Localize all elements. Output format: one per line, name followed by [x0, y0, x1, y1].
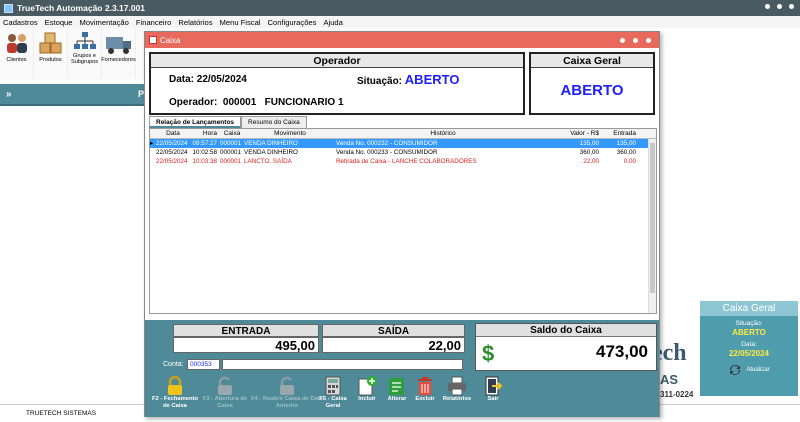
col-entrada[interactable]: Entrada [602, 130, 638, 137]
tab-relacao-lancamentos[interactable]: Relação de Lançamentos [149, 116, 242, 128]
left-panel-header: » P [0, 84, 150, 106]
cash-status-widget: Caixa Geral Situação: ABERTO Data: 22/05… [700, 301, 798, 396]
saida-value: 22,00 [322, 337, 465, 353]
menu-ajuda[interactable]: Ajuda [323, 18, 342, 27]
brand-logo-subtext: AS [660, 372, 679, 387]
grid-header: Data Hora Caixa Movimento Histórico Valo… [150, 129, 656, 139]
operator-info: Operador: 000001 FUNCIONARIO 1 [169, 97, 344, 108]
col-caixa[interactable]: Caixa [220, 130, 244, 137]
col-movimento[interactable]: Movimento [244, 130, 336, 137]
col-hora[interactable]: Hora [190, 130, 220, 137]
lancamentos-grid: Data Hora Caixa Movimento Histórico Valo… [149, 128, 657, 314]
toolbar-fornecedores-button[interactable]: Fornecedores [101, 28, 136, 78]
window-controls[interactable] [765, 4, 794, 9]
fechamento-caixa-button[interactable]: F2 - Fechamento de Caixa [151, 376, 199, 409]
dialog-window-controls[interactable] [620, 37, 651, 43]
col-historico[interactable]: Histórico [336, 130, 550, 137]
entrada-label: ENTRADA [173, 324, 319, 337]
menu-estoque[interactable]: Estoque [45, 18, 73, 27]
table-row[interactable]: 22/05/2024 10:03:38 000001 LANCTO. SAÍDA… [150, 157, 656, 166]
incluir-button[interactable]: Incluir [353, 376, 381, 403]
saida-label: SAÍDA [322, 324, 465, 337]
saldo-label: Saldo do Caixa [476, 324, 656, 337]
table-row[interactable]: 22/05/2024 10:02:58 000001 VENDA DINHEIR… [150, 148, 656, 157]
operator-situacao-value: ABERTO [404, 72, 460, 87]
edit-icon [389, 378, 404, 395]
tab-resumo-caixa[interactable]: Resumo do Caixa [241, 116, 307, 128]
menu-movimentacao[interactable]: Movimentação [80, 18, 129, 27]
hierarchy-icon [73, 32, 96, 49]
reabrir-caixa-button[interactable]: F4 - Reabrir Caixa de Data Anterior [251, 376, 323, 409]
relatorios-button[interactable]: Relatórios [439, 376, 475, 403]
excluir-button[interactable]: Excluir [411, 376, 439, 403]
boxes-icon [39, 32, 61, 54]
totals-panel: ENTRADA 495,00 SAÍDA 22,00 Saldo do Caix… [145, 320, 659, 417]
cash-widget-update-button[interactable]: Atualizar [700, 363, 798, 377]
trash-icon [418, 377, 432, 395]
brand-phone: 311-0224 [660, 390, 694, 399]
action-toolbar: F2 - Fechamento de Caixa F3 - Abertura d… [145, 376, 659, 416]
saldo-panel: Saldo do Caixa $ 473,00 [475, 323, 657, 371]
caixa-geral-value: ABERTO [560, 82, 624, 99]
menu-financeiro[interactable]: Financeiro [136, 18, 171, 27]
saldo-value: 473,00 [596, 342, 648, 361]
unlock-icon [218, 376, 232, 395]
expand-icon[interactable]: » [6, 89, 12, 100]
menu-cadastros[interactable]: Cadastros [3, 18, 38, 27]
col-data[interactable]: Data [156, 130, 190, 137]
operator-situacao: Situação: ABERTO [357, 72, 460, 87]
dollar-icon: $ [482, 341, 495, 366]
cash-widget-title: Caixa Geral [700, 301, 798, 316]
cash-widget-data-label: Data: [741, 341, 757, 348]
exit-icon [485, 376, 502, 396]
app-icon [4, 3, 13, 13]
menu-bar: Cadastros Estoque Movimentação Financeir… [0, 16, 800, 28]
grid-scrollbar[interactable] [648, 139, 656, 313]
status-company: TRUETECH SISTEMAS [26, 410, 97, 417]
operator-panel: Operador Data: 22/05/2024 Situação: ABER… [149, 52, 525, 115]
new-document-icon [358, 376, 377, 396]
toolbar-produtos-button[interactable]: Produtos [34, 28, 68, 78]
cash-widget-situacao-value: ABERTO [732, 328, 766, 337]
operator-date: Data: 22/05/2024 [169, 74, 247, 85]
operator-heading: Operador [151, 54, 523, 68]
main-toolbar: Clientes Produtos Grupos e Subgrupos For… [0, 28, 150, 80]
caixa-geral-panel: Caixa Geral ABERTO [529, 52, 655, 115]
menu-configuracoes[interactable]: Configurações [267, 18, 316, 27]
dialog-icon [149, 36, 157, 44]
cash-widget-data-value: 22/05/2024 [728, 349, 770, 358]
dialog-title-bar: Caixa [145, 32, 659, 48]
toolbar-clientes-button[interactable]: Clientes [0, 28, 34, 78]
alterar-button[interactable]: Alterar [383, 376, 411, 403]
conta-label: Conta: [163, 361, 184, 368]
lock-icon [168, 376, 182, 395]
abertura-caixa-button[interactable]: F3 - Abertura de Caixa [201, 376, 249, 409]
calculator-icon [325, 376, 341, 396]
col-valor[interactable]: Valor - R$ [550, 130, 602, 137]
sair-button[interactable]: Sair [479, 376, 507, 403]
clients-icon [6, 34, 27, 53]
table-row[interactable]: ▸ 22/05/2024 09:57:27 000001 VENDA DINHE… [150, 139, 656, 148]
entrada-value: 495,00 [173, 337, 319, 353]
toolbar-grupos-button[interactable]: Grupos e Subgrupos [68, 28, 102, 78]
caixa-geral-button[interactable]: F5 - Caixa Geral [315, 376, 351, 409]
cash-widget-situacao-label: Situação: [735, 320, 763, 327]
dialog-title: Caixa [160, 35, 181, 45]
unlock-icon [280, 376, 294, 395]
refresh-icon [730, 365, 741, 375]
conta-description-field[interactable] [222, 359, 463, 370]
printer-icon [448, 376, 466, 396]
caixa-dialog: Caixa Operador Data: 22/05/2024 Situação… [144, 31, 660, 417]
dialog-tabs: Relação de Lançamentos Resumo do Caixa [149, 116, 657, 128]
menu-relatorios[interactable]: Relatórios [178, 18, 212, 27]
app-title: TrueTech Automação 2.3.17.001 [17, 3, 146, 13]
conta-input[interactable]: 000353 [187, 359, 220, 370]
truck-icon [105, 37, 131, 54]
menu-fiscal[interactable]: Menu Fiscal [220, 18, 261, 27]
caixa-geral-heading: Caixa Geral [531, 54, 653, 68]
app-title-bar: TrueTech Automação 2.3.17.001 [0, 0, 800, 16]
